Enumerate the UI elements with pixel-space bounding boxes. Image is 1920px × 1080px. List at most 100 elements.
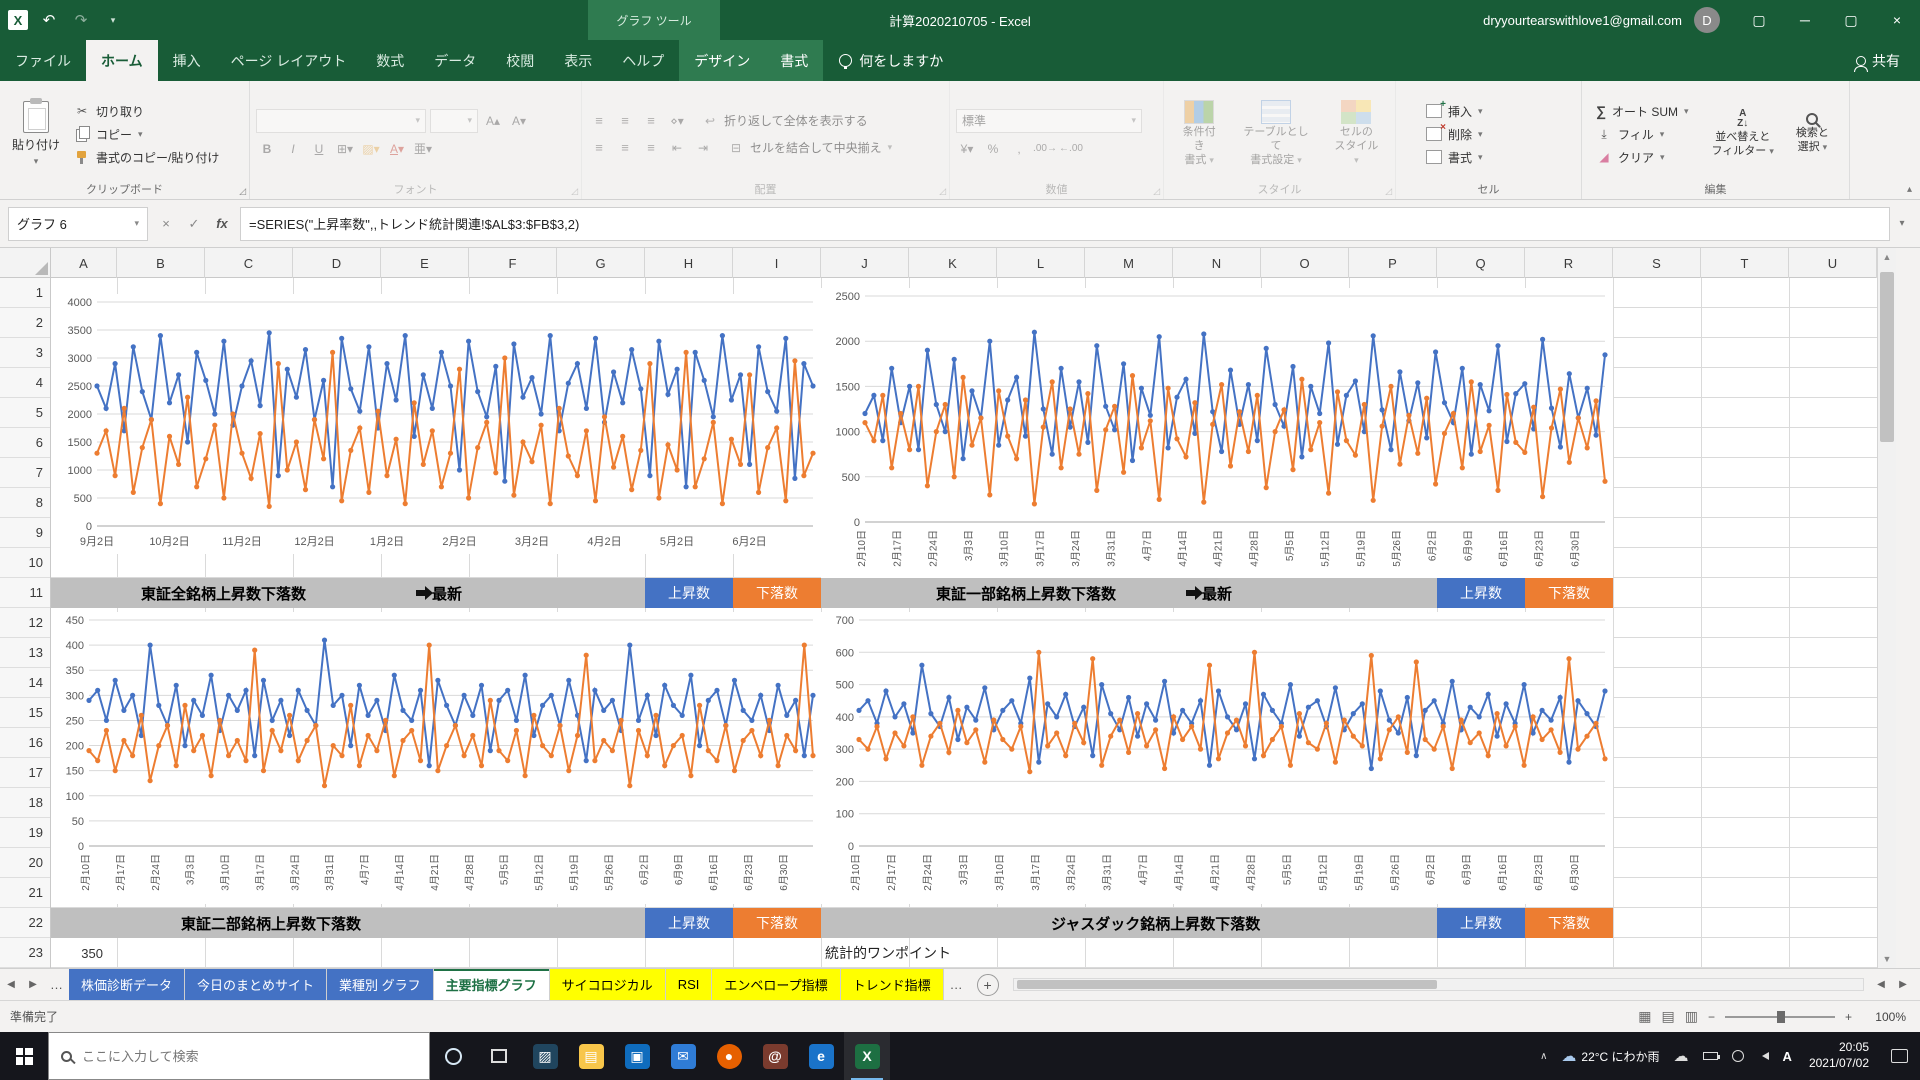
align-center-button[interactable]: ≡ xyxy=(614,137,636,159)
increase-font-button[interactable]: A▴ xyxy=(482,110,504,132)
row-header-21[interactable]: 21 xyxy=(0,878,50,908)
format-as-table-button[interactable]: テーブルとして書式設定 ▾ xyxy=(1232,100,1320,167)
align-bottom-button[interactable]: ≡ xyxy=(640,110,662,132)
column-header-K[interactable]: K xyxy=(909,248,997,278)
number-dialog-launcher[interactable]: ◿ xyxy=(1153,186,1160,197)
network-icon[interactable] xyxy=(1725,1032,1751,1080)
chart-tosho-all-issues[interactable]: 050010001500200025003000350040009月2日10月2… xyxy=(51,294,821,554)
alignment-dialog-launcher[interactable]: ◿ xyxy=(939,186,946,197)
onedrive-icon[interactable]: ☁ xyxy=(1667,1032,1696,1080)
ribbon-tab-デザイン[interactable]: デザイン xyxy=(679,40,765,81)
align-middle-button[interactable]: ≡ xyxy=(614,110,636,132)
copy-button[interactable]: コピー▾ xyxy=(74,126,219,143)
taskbar-app-mail-alt[interactable]: @ xyxy=(752,1032,798,1080)
borders-button[interactable]: ⊞▾ xyxy=(334,138,356,160)
row-header-9[interactable]: 9 xyxy=(0,518,50,548)
column-header-P[interactable]: P xyxy=(1349,248,1437,278)
underline-button[interactable]: U xyxy=(308,138,330,160)
taskbar-app-excel[interactable]: X xyxy=(844,1032,890,1080)
column-header-I[interactable]: I xyxy=(733,248,821,278)
column-header-O[interactable]: O xyxy=(1261,248,1349,278)
column-header-U[interactable]: U xyxy=(1789,248,1877,278)
horizontal-scroll-thumb[interactable] xyxy=(1017,980,1437,989)
row-header-1[interactable]: 1 xyxy=(0,278,50,308)
scroll-up-icon[interactable]: ▲ xyxy=(1878,248,1896,266)
taskbar-app-firefox[interactable]: ● xyxy=(706,1032,752,1080)
vertical-scrollbar[interactable]: ▲ ▼ xyxy=(1877,248,1896,968)
sheet-tab-エンベロープ指標[interactable]: エンベロープ指標 xyxy=(712,969,840,1000)
cell-j23-label[interactable]: 統計的ワンポイント xyxy=(825,938,951,968)
ribbon-tab-ホーム[interactable]: ホーム xyxy=(86,40,158,81)
autosum-button[interactable]: ∑オート SUM▾ xyxy=(1596,103,1689,120)
currency-button[interactable]: ¥▾ xyxy=(956,138,978,160)
zoom-slider[interactable] xyxy=(1725,1016,1835,1018)
row-header-4[interactable]: 4 xyxy=(0,368,50,398)
account-email[interactable]: dryyourtearswithlove1@gmail.com xyxy=(1483,13,1682,28)
restore-button[interactable]: ▢ xyxy=(1828,0,1874,40)
cortana-button[interactable] xyxy=(430,1032,476,1080)
font-name-select[interactable]: ▾ xyxy=(256,109,426,133)
bold-button[interactable]: B xyxy=(256,138,278,160)
row-header-11[interactable]: 11 xyxy=(0,578,50,608)
decrease-decimal-button[interactable]: ←.00 xyxy=(1060,138,1082,160)
find-select-button[interactable]: 検索と選択 ▾ xyxy=(1787,113,1838,155)
increase-decimal-button[interactable]: .00→ xyxy=(1034,138,1056,160)
chart-jasdaq[interactable]: 01002003004005006007002月10日2月17日2月24日3月3… xyxy=(821,612,1613,904)
sheet-tab-主要指標グラフ[interactable]: 主要指標グラフ xyxy=(434,969,550,1000)
name-box[interactable]: グラフ 6 ▾ xyxy=(8,207,148,241)
cell-styles-button[interactable]: セルのスタイル ▾ xyxy=(1324,100,1389,167)
taskbar-app-explorer[interactable]: ▤ xyxy=(568,1032,614,1080)
task-view-button[interactable] xyxy=(476,1032,522,1080)
action-center-button[interactable] xyxy=(1891,1049,1908,1063)
row-header-19[interactable]: 19 xyxy=(0,818,50,848)
row-header-8[interactable]: 8 xyxy=(0,488,50,518)
wrap-text-button[interactable]: ↩折り返して全体を表示する xyxy=(702,112,868,129)
column-header-F[interactable]: F xyxy=(469,248,557,278)
battery-icon[interactable] xyxy=(1696,1032,1725,1080)
clear-button[interactable]: ◢クリア▾ xyxy=(1596,149,1689,166)
phonetic-button[interactable]: 亜▾ xyxy=(412,138,434,160)
tray-overflow-button[interactable]: ∧ xyxy=(1533,1032,1554,1080)
align-left-button[interactable]: ≡ xyxy=(588,137,610,159)
ime-indicator[interactable]: A xyxy=(1776,1032,1799,1080)
merge-center-button[interactable]: ⊟セルを結合して中央揃え▾ xyxy=(728,139,892,156)
column-header-R[interactable]: R xyxy=(1525,248,1613,278)
formula-bar-expand-button[interactable]: ▾ xyxy=(1890,218,1914,229)
minimize-button[interactable]: ─ xyxy=(1782,0,1828,40)
taskbar-search-box[interactable] xyxy=(48,1032,430,1080)
column-header-B[interactable]: B xyxy=(117,248,205,278)
row-header-22[interactable]: 22 xyxy=(0,908,50,938)
align-right-button[interactable]: ≡ xyxy=(640,137,662,159)
insert-cells-button[interactable]: 挿入▾ xyxy=(1426,103,1483,120)
select-all-corner[interactable] xyxy=(0,248,51,278)
volume-icon[interactable] xyxy=(1751,1032,1776,1080)
ribbon-display-options-button[interactable]: ▢ xyxy=(1736,0,1782,40)
chart-tosho-first-section[interactable]: 050010001500200025002月10日2月17日2月24日3月3日3… xyxy=(821,288,1613,580)
zoom-level[interactable]: 100% xyxy=(1862,1010,1906,1024)
fill-color-button[interactable]: ▨▾ xyxy=(360,138,382,160)
row-header-3[interactable]: 3 xyxy=(0,338,50,368)
row-header-14[interactable]: 14 xyxy=(0,668,50,698)
row-header-2[interactable]: 2 xyxy=(0,308,50,338)
font-size-select[interactable]: ▾ xyxy=(430,109,478,133)
ribbon-tab-ファイル[interactable]: ファイル xyxy=(0,40,86,81)
collapse-ribbon-button[interactable]: ▴ xyxy=(1907,184,1912,195)
fill-button[interactable]: ⤓フィル▾ xyxy=(1596,126,1689,143)
column-header-E[interactable]: E xyxy=(381,248,469,278)
sheet-grid[interactable]: 050010001500200025003000350040009月2日10月2… xyxy=(51,278,1877,968)
column-header-J[interactable]: J xyxy=(821,248,909,278)
ribbon-tab-データ[interactable]: データ xyxy=(419,40,491,81)
taskbar-app-photos[interactable]: ▨ xyxy=(522,1032,568,1080)
page-break-view-button[interactable]: ▥ xyxy=(1685,1008,1698,1025)
sheet-tab-トレンド指標[interactable]: トレンド指標 xyxy=(841,969,944,1000)
cancel-formula-button[interactable]: × xyxy=(152,207,180,241)
hscroll-right-icon[interactable]: ▶ xyxy=(1892,979,1914,990)
percent-button[interactable]: % xyxy=(982,138,1004,160)
sheet-tab-サイコロジカル[interactable]: サイコロジカル xyxy=(550,969,666,1000)
taskbar-app-edge[interactable]: e xyxy=(798,1032,844,1080)
qat-customize-button[interactable]: ▾ xyxy=(98,6,128,34)
ribbon-tab-校閲[interactable]: 校閲 xyxy=(491,40,549,81)
row-header-10[interactable]: 10 xyxy=(0,548,50,578)
column-header-T[interactable]: T xyxy=(1701,248,1789,278)
vertical-scroll-thumb[interactable] xyxy=(1880,272,1894,442)
